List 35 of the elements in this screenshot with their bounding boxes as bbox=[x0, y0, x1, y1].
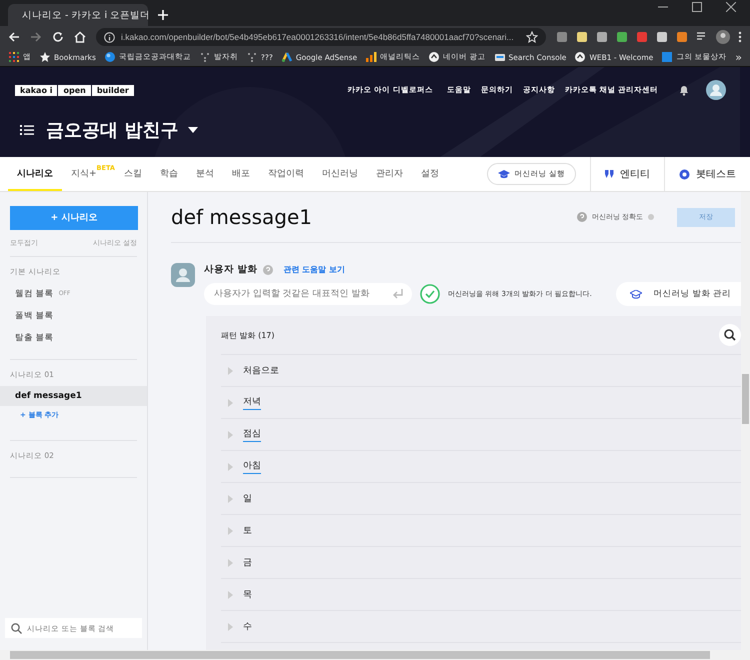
nav-tab[interactable]: 관리자 bbox=[366, 157, 412, 191]
utterance-text: 일 bbox=[243, 492, 252, 506]
browser-tab[interactable]: 시나리오 - 카카오 i 오픈빌더 bbox=[8, 4, 148, 26]
block-item[interactable]: 폴백 블록 bbox=[0, 304, 147, 326]
nav-tab[interactable]: 설정 bbox=[412, 157, 448, 191]
logo[interactable]: kakao i open builder bbox=[14, 84, 135, 96]
more-bookmarks-button[interactable]: » bbox=[735, 50, 742, 64]
utterance-text: 수 bbox=[243, 620, 252, 634]
block-item[interactable]: 탈출 블록 bbox=[0, 326, 147, 348]
nav-tab[interactable]: 작업이력 bbox=[258, 157, 313, 191]
tab-title: 시나리오 - 카카오 i 오픈빌더 bbox=[22, 8, 150, 22]
utterance-text: 저녁 bbox=[243, 395, 261, 410]
nav-tab[interactable]: 배포 bbox=[222, 157, 259, 191]
pattern-title: 패턴 발화 (17) bbox=[221, 330, 275, 340]
section-title: 사용자 발화 bbox=[204, 263, 258, 276]
utterance-text: 금 bbox=[243, 556, 252, 570]
nav-tab[interactable]: 학습 bbox=[150, 157, 187, 191]
block-title: def message1 bbox=[171, 205, 312, 229]
utterance-input[interactable]: 사용자가 입력할 것같은 대표적인 발화 bbox=[204, 283, 412, 305]
utterance-text: 목 bbox=[243, 588, 252, 602]
url-text: i.kakao.com/openbuilder/bot/5e4b495eb617ea0001263316/intent/5e4b86d5ffa7480001aacf70?scenari... bbox=[121, 32, 514, 42]
utterance-text: 처음으로 bbox=[243, 364, 279, 378]
address-field[interactable]: i.kakao.com/openbuilder/bot/5e4b495eb617ea0001263316/intent/5e4b86d5ffa7480001aacf70?scenari... bbox=[96, 28, 546, 46]
utterance-text: 점심 bbox=[243, 427, 261, 442]
entity-button[interactable]: 엔티티 bbox=[590, 157, 664, 191]
bot-name-dropdown[interactable]: 금오공대 밥친구 bbox=[46, 118, 178, 142]
nav-tab[interactable]: 머신러닝 bbox=[312, 157, 367, 191]
nav-tab[interactable]: 분석 bbox=[186, 157, 223, 191]
block-item[interactable]: def message1 bbox=[0, 386, 147, 406]
bot-test-button[interactable]: 봇테스트 bbox=[664, 157, 750, 191]
utterance-text: 아침 bbox=[243, 459, 261, 474]
utterance-text: 토 bbox=[243, 524, 252, 538]
help-link[interactable]: 관련 도움말 보기 bbox=[283, 264, 345, 275]
nav-tab[interactable]: 스킬 bbox=[114, 157, 151, 191]
ml-manage-button[interactable]: 머신러닝 발화 관리 bbox=[616, 282, 741, 306]
